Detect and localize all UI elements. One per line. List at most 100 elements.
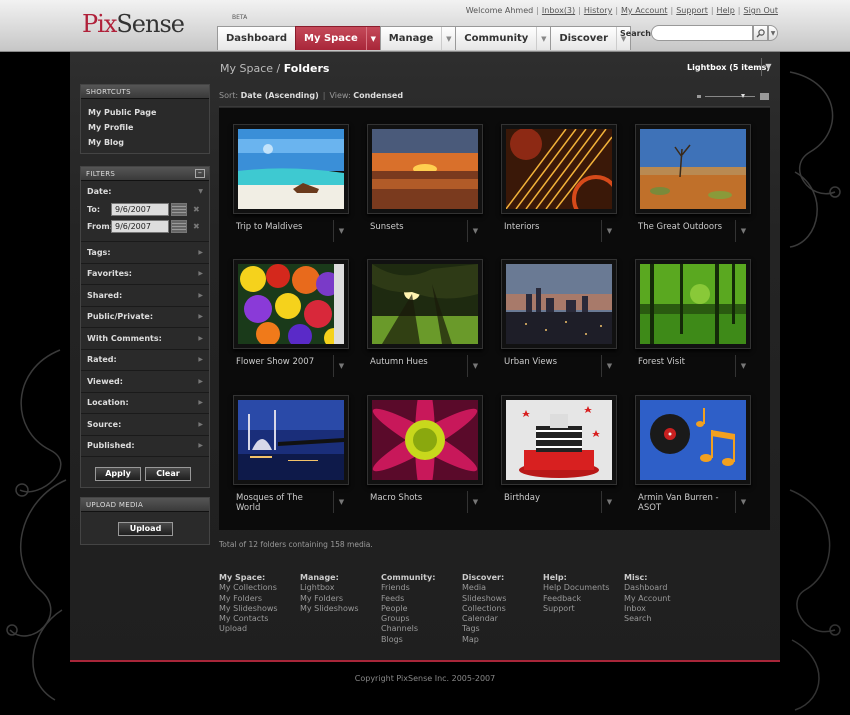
upload-button[interactable]: Upload xyxy=(118,522,173,536)
footer-link[interactable]: Tags xyxy=(462,624,506,634)
folder-tile[interactable]: Sunsets ▼ xyxy=(353,108,483,242)
footer-link[interactable]: Calendar xyxy=(462,614,506,624)
footer-link[interactable]: My Collections xyxy=(219,583,278,593)
footer-link[interactable]: Collections xyxy=(462,604,506,614)
sign-out-link[interactable]: Sign Out xyxy=(744,6,779,15)
folder-title[interactable]: Flower Show 2007 xyxy=(236,357,326,367)
folder-thumbnail[interactable] xyxy=(501,124,617,214)
folder-menu-dropdown[interactable]: ▼ xyxy=(601,491,617,513)
footer-link[interactable]: Inbox xyxy=(624,604,670,614)
filter-with-comments[interactable]: With Comments: ▶ xyxy=(81,328,209,350)
footer-link[interactable]: Groups xyxy=(381,614,435,624)
my-account-link[interactable]: My Account xyxy=(621,6,667,15)
search-input[interactable] xyxy=(651,25,753,41)
folder-menu-dropdown[interactable]: ▼ xyxy=(467,491,483,513)
folder-title[interactable]: Armin Van Burren - ASOT xyxy=(638,493,728,513)
footer-link[interactable]: My Contacts xyxy=(219,614,278,624)
clear-button[interactable]: Clear xyxy=(145,467,191,481)
pixsense-logo[interactable]: PixSense BETA xyxy=(82,10,247,38)
folder-tile[interactable]: Armin Van Burren - ASOT ▼ xyxy=(621,379,751,513)
shortcut-my-profile[interactable]: My Profile xyxy=(81,120,209,135)
folder-title[interactable]: Birthday xyxy=(504,493,594,503)
folder-title[interactable]: Macro Shots xyxy=(370,493,460,503)
folder-thumbnail[interactable] xyxy=(367,259,483,349)
footer-link[interactable]: Help Documents xyxy=(543,583,609,593)
folder-thumbnail[interactable] xyxy=(501,259,617,349)
tab-my-space[interactable]: My Space ▼ xyxy=(295,26,381,50)
folder-menu-dropdown[interactable]: ▼ xyxy=(601,355,617,377)
footer-link[interactable]: Support xyxy=(543,604,609,614)
chevron-down-icon[interactable]: ▼ xyxy=(536,27,550,50)
footer-link[interactable]: Dashboard xyxy=(624,583,670,593)
apply-button[interactable]: Apply xyxy=(95,467,141,481)
folder-title[interactable]: Trip to Maldives xyxy=(236,222,326,232)
folder-title[interactable]: Forest Visit xyxy=(638,357,728,367)
calendar-icon[interactable] xyxy=(171,203,187,216)
footer-link[interactable]: Upload xyxy=(219,624,278,634)
search-button[interactable] xyxy=(753,25,768,41)
filter-viewed[interactable]: Viewed: ▶ xyxy=(81,371,209,393)
footer-link[interactable]: Media xyxy=(462,583,506,593)
footer-link[interactable]: My Folders xyxy=(300,594,359,604)
chevron-down-icon[interactable]: ▼ xyxy=(365,27,380,50)
footer-link[interactable]: People xyxy=(381,604,435,614)
lightbox-dropdown[interactable]: ▼ xyxy=(761,58,775,76)
folder-title[interactable]: The Great Outdoors xyxy=(638,222,728,232)
folder-thumbnail[interactable] xyxy=(233,124,349,214)
folder-menu-dropdown[interactable]: ▼ xyxy=(735,491,751,513)
filter-tags[interactable]: Tags: ▶ xyxy=(81,242,209,264)
footer-link[interactable]: Slideshows xyxy=(462,594,506,604)
folder-menu-dropdown[interactable]: ▼ xyxy=(467,355,483,377)
footer-link[interactable]: Friends xyxy=(381,583,435,593)
folder-tile[interactable]: Trip to Maldives ▼ xyxy=(219,108,349,242)
clear-x-icon[interactable]: ✖ xyxy=(193,222,200,231)
inbox-link[interactable]: Inbox(3) xyxy=(542,6,575,15)
folder-tile[interactable]: Autumn Hues ▼ xyxy=(353,243,483,377)
folder-menu-dropdown[interactable]: ▼ xyxy=(467,220,483,242)
folder-title[interactable]: Sunsets xyxy=(370,222,460,232)
folder-thumbnail[interactable] xyxy=(635,124,751,214)
calendar-icon[interactable] xyxy=(171,220,187,233)
thumbnail-size-slider[interactable] xyxy=(697,93,769,101)
folder-tile[interactable]: Interiors ▼ xyxy=(487,108,617,242)
footer-link[interactable]: My Folders xyxy=(219,594,278,604)
clear-x-icon[interactable]: ✖ xyxy=(193,205,200,214)
tab-dashboard[interactable]: Dashboard xyxy=(217,26,296,50)
shortcut-my-blog[interactable]: My Blog xyxy=(81,135,209,150)
footer-link[interactable]: Map xyxy=(462,635,506,645)
folder-tile[interactable]: Flower Show 2007 ▼ xyxy=(219,243,349,377)
search-options-dropdown[interactable]: ▼ xyxy=(768,25,778,41)
folder-menu-dropdown[interactable]: ▼ xyxy=(333,220,349,242)
folder-thumbnail[interactable] xyxy=(367,395,483,485)
lightbox-link[interactable]: Lightbox (5 items) xyxy=(687,63,770,72)
filter-date[interactable]: Date: ▼ xyxy=(81,181,209,201)
folder-tile[interactable]: The Great Outdoors ▼ xyxy=(621,108,751,242)
folder-menu-dropdown[interactable]: ▼ xyxy=(601,220,617,242)
folder-tile[interactable]: Forest Visit ▼ xyxy=(621,243,751,377)
filter-published[interactable]: Published: ▶ xyxy=(81,436,209,457)
sort-value[interactable]: Date (Ascending) xyxy=(241,91,319,100)
folder-tile[interactable]: Birthday ▼ xyxy=(487,379,617,513)
help-link[interactable]: Help xyxy=(717,6,735,15)
folder-title[interactable]: Urban Views xyxy=(504,357,594,367)
folder-menu-dropdown[interactable]: ▼ xyxy=(735,220,751,242)
folder-menu-dropdown[interactable]: ▼ xyxy=(333,355,349,377)
folder-thumbnail[interactable] xyxy=(635,395,751,485)
history-link[interactable]: History xyxy=(584,6,612,15)
folder-thumbnail[interactable] xyxy=(367,124,483,214)
collapse-icon[interactable]: – xyxy=(195,169,205,178)
view-value[interactable]: Condensed xyxy=(353,91,403,100)
filter-source[interactable]: Source: ▶ xyxy=(81,414,209,436)
folder-title[interactable]: Mosques of The World xyxy=(236,493,326,513)
footer-link[interactable]: Blogs xyxy=(381,635,435,645)
footer-link[interactable]: Search xyxy=(624,614,670,624)
filter-public-private[interactable]: Public/Private: ▶ xyxy=(81,307,209,328)
tab-discover[interactable]: Discover ▼ xyxy=(550,26,632,50)
folder-tile[interactable]: Mosques of The World ▼ xyxy=(219,379,349,513)
folder-thumbnail[interactable] xyxy=(635,259,751,349)
folder-menu-dropdown[interactable]: ▼ xyxy=(333,491,349,513)
support-link[interactable]: Support xyxy=(676,6,708,15)
folder-tile[interactable]: Urban Views ▼ xyxy=(487,243,617,377)
filter-location[interactable]: Location: ▶ xyxy=(81,393,209,414)
footer-link[interactable]: My Slideshows xyxy=(219,604,278,614)
